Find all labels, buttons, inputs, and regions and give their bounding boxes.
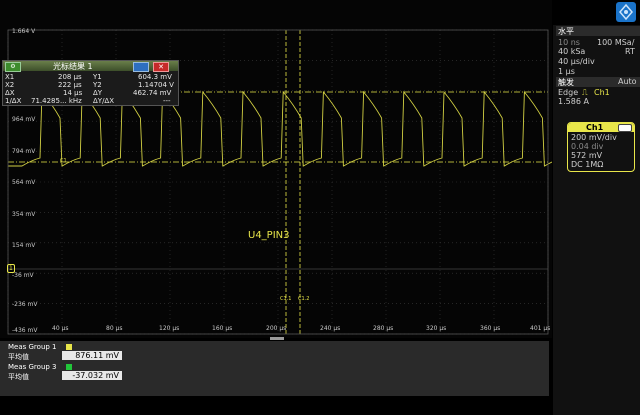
cursor-window-header[interactable]: ⚙ 光标结果 1 ✕ — [3, 61, 178, 72]
dx-value: 14 µs — [63, 89, 83, 97]
ch1-ground-marker[interactable]: 1 — [7, 264, 15, 273]
x-tick-label: 200 µs — [266, 325, 287, 332]
trigger-level[interactable]: 1.586 A — [558, 97, 589, 106]
waveform-grid — [7, 29, 552, 335]
x-tick-label: 40 µs — [52, 325, 69, 332]
inverse-dx-value: 71.4285... kHz — [31, 97, 82, 105]
dx-label: ΔX — [5, 89, 15, 97]
dy-value: 462.74 mV — [133, 89, 172, 97]
x-tick-label: 160 µs — [212, 325, 233, 332]
x2-label: X2 — [5, 81, 15, 89]
meas-1-value: 876.11 mV — [62, 351, 122, 360]
x1-label: X1 — [5, 73, 15, 81]
dy-dx-value: --- — [163, 97, 171, 105]
trigger-title: 触发 — [558, 78, 574, 87]
trace-label: U4_PIN3 — [248, 230, 290, 241]
y2-value: 1.14704 V — [138, 81, 174, 89]
marker-c1: C1 — [60, 158, 67, 164]
ch1-coupling: DC 1MΩ — [571, 160, 604, 169]
cursor-2-label: C1.2 — [298, 296, 310, 302]
dy-dx-label: ΔY/ΔX — [93, 97, 115, 105]
x-tick-label: 360 µs — [480, 325, 501, 332]
sample-rate: 100 MSa/ — [597, 38, 635, 47]
resize-handle[interactable] — [270, 337, 284, 340]
horizontal-header[interactable]: 水平 — [556, 26, 640, 36]
inverse-dx-label: 1/ΔX — [5, 97, 22, 105]
meas-group-1-color — [66, 344, 72, 350]
y-tick-label: -436 mV — [12, 327, 38, 334]
logo-mark-icon — [619, 3, 633, 21]
trigger-mode[interactable]: Auto — [618, 77, 637, 86]
dy-label: ΔY — [93, 89, 103, 97]
time-scale: 10 ns — [558, 38, 580, 47]
y1-value: 604.3 mV — [138, 73, 172, 81]
trigger-header[interactable]: 触发 Auto — [556, 77, 640, 87]
cursor-window-title: 光标结果 1 — [53, 62, 93, 71]
ch1-header[interactable]: Ch1 — [568, 123, 634, 132]
x-tick-label: 401 µs — [530, 325, 551, 332]
meas-1-stat-label: 平均值 — [8, 353, 29, 361]
trigger-source[interactable]: Ch1 — [594, 88, 610, 97]
close-icon[interactable]: ✕ — [153, 62, 169, 72]
measurement-panel: Meas Group 1 平均值 876.11 mV Meas Group 3 … — [0, 341, 549, 396]
ch1-fine: 0.04 div — [571, 142, 604, 151]
ch1-scale: 200 mV/div — [571, 133, 617, 142]
y-tick-label: 354 mV — [12, 211, 36, 218]
y-tick-label: 564 mV — [12, 179, 36, 186]
x-tick-label: 320 µs — [426, 325, 447, 332]
horizontal-title: 水平 — [558, 27, 574, 36]
x1-value: 208 µs — [58, 73, 82, 81]
x2-value: 222 µs — [58, 81, 82, 89]
y-tick-label: 1.664 V — [12, 28, 36, 35]
ch1-toggle-icon[interactable] — [618, 124, 632, 132]
x-tick-label: 120 µs — [159, 325, 180, 332]
waveform-display[interactable] — [0, 0, 552, 338]
meas-group-3-label: Meas Group 3 — [8, 363, 57, 371]
x-tick-label: 240 µs — [320, 325, 341, 332]
minimize-icon[interactable] — [133, 62, 149, 72]
x-tick-label: 80 µs — [106, 325, 123, 332]
y2-label: Y2 — [93, 81, 102, 89]
record-length: 40 kSa — [558, 47, 586, 56]
horizontal-position[interactable]: 1 µs — [558, 67, 575, 76]
meas-3-stat-label: 平均值 — [8, 373, 29, 381]
y-tick-label: 964 mV — [12, 116, 36, 123]
ch1-offset: 572 mV — [571, 151, 603, 160]
trigger-type[interactable]: Edge — [558, 88, 578, 97]
y-tick-label: -236 mV — [12, 301, 38, 308]
time-per-div[interactable]: 40 µs/div — [558, 57, 595, 66]
meas-group-3-color — [66, 364, 72, 370]
y-tick-label: -36 mV — [12, 272, 34, 279]
realtime-label: RT — [625, 47, 635, 56]
ch1-name: Ch1 — [586, 123, 604, 132]
ch1-settings-box[interactable]: Ch1 200 mV/div 0.04 div 572 mV DC 1MΩ — [567, 122, 635, 172]
cursor-results-window[interactable]: ⚙ 光标结果 1 ✕ X1 208 µs Y1 604.3 mV X2 222 … — [2, 60, 179, 106]
meas-3-value: -37.032 mV — [62, 371, 122, 380]
settings-gear-icon[interactable]: ⚙ — [5, 62, 21, 72]
cursor-1-label: C1.1 — [280, 296, 292, 302]
y-tick-label: 154 mV — [12, 242, 36, 249]
meas-group-1-label: Meas Group 1 — [8, 343, 57, 351]
x-tick-label: 280 µs — [373, 325, 394, 332]
y1-label: Y1 — [93, 73, 102, 81]
y-tick-label: 794 mV — [12, 148, 36, 155]
app-logo-icon[interactable] — [616, 2, 636, 22]
